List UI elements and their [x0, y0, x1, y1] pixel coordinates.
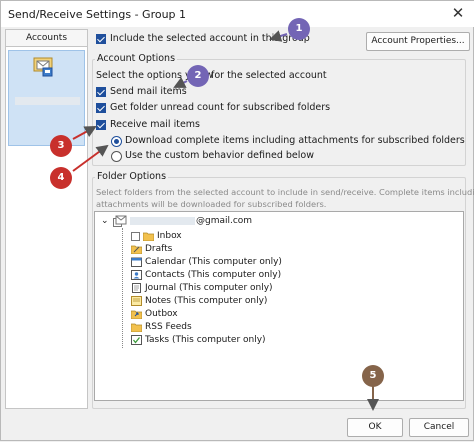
cancel-button[interactable]: Cancel [409, 418, 469, 437]
accounts-sidebar: Accounts [5, 29, 88, 409]
include-account-label: Include the selected account in this gro… [110, 33, 310, 44]
folder-options-description-1: Select folders from the selected account… [96, 187, 474, 197]
send-receive-settings-dialog: Send/Receive Settings - Group 1 ✕ Accoun… [0, 0, 474, 441]
receive-mail-checkbox[interactable] [96, 120, 106, 130]
send-mail-label: Send mail items [110, 86, 187, 97]
account-options-title: Account Options [95, 53, 178, 64]
folder-tree[interactable]: ⌄ @gmail.com Inbox Drafts Calendar (This… [94, 211, 464, 401]
receive-mail-label: Receive mail items [110, 119, 200, 130]
redacted-email-user [130, 217, 195, 225]
title-bar: Send/Receive Settings - Group 1 ✕ [1, 1, 474, 27]
account-tile[interactable] [8, 50, 85, 146]
folder-options-title: Folder Options [95, 171, 169, 182]
inbox-label: Inbox [157, 231, 182, 241]
journal-icon [132, 283, 141, 293]
redacted-account-name [15, 97, 80, 105]
ok-button[interactable]: OK [347, 418, 403, 437]
outbox-icon [131, 310, 142, 319]
download-complete-label: Download complete items including attach… [125, 135, 465, 146]
close-icon[interactable]: ✕ [449, 4, 467, 22]
tree-connector [122, 228, 123, 348]
account-properties-button[interactable]: Account Properties... [366, 32, 470, 51]
annotation-badge-4: 4 [50, 167, 72, 189]
include-account-checkbox[interactable] [96, 34, 106, 44]
calendar-icon [131, 257, 142, 267]
contacts-label: Contacts (This computer only) [145, 270, 282, 280]
mail-account-icon [115, 215, 127, 225]
notes-label: Notes (This computer only) [145, 296, 268, 306]
send-mail-checkbox[interactable] [96, 87, 106, 97]
annotation-badge-2: 2 [187, 65, 209, 87]
notes-icon [131, 296, 142, 306]
account-options-intro-right: for the selected account [211, 70, 327, 81]
drafts-label: Drafts [145, 244, 173, 254]
annotation-badge-3: 3 [50, 135, 72, 157]
account-email-suffix: @gmail.com [196, 216, 253, 226]
custom-behavior-label: Use the custom behavior defined below [125, 150, 314, 161]
folder-icon [143, 232, 154, 241]
annotation-badge-5: 5 [362, 365, 384, 387]
tasks-label: Tasks (This computer only) [145, 335, 266, 345]
download-complete-radio[interactable] [111, 136, 122, 147]
tasks-icon [131, 335, 142, 345]
drafts-folder-icon [131, 245, 142, 254]
collapse-chevron-icon[interactable]: ⌄ [101, 216, 109, 226]
folder-unread-label: Get folder unread count for subscribed f… [110, 102, 331, 113]
folder-options-description-2: attachments will be downloaded for subsc… [96, 199, 327, 209]
annotation-badge-1: 1 [288, 18, 310, 40]
custom-behavior-radio[interactable] [111, 151, 122, 162]
inbox-checkbox[interactable] [131, 232, 140, 241]
calendar-label: Calendar (This computer only) [145, 257, 282, 267]
folder-unread-checkbox[interactable] [96, 103, 106, 113]
outbox-label: Outbox [145, 309, 178, 319]
window-title: Send/Receive Settings - Group 1 [8, 8, 187, 21]
journal-label: Journal (This computer only) [145, 283, 273, 293]
contacts-icon [131, 270, 142, 280]
email-account-icon [33, 57, 53, 77]
rss-folder-icon [131, 323, 142, 332]
accounts-header: Accounts [6, 30, 87, 47]
rss-feeds-label: RSS Feeds [145, 322, 192, 332]
